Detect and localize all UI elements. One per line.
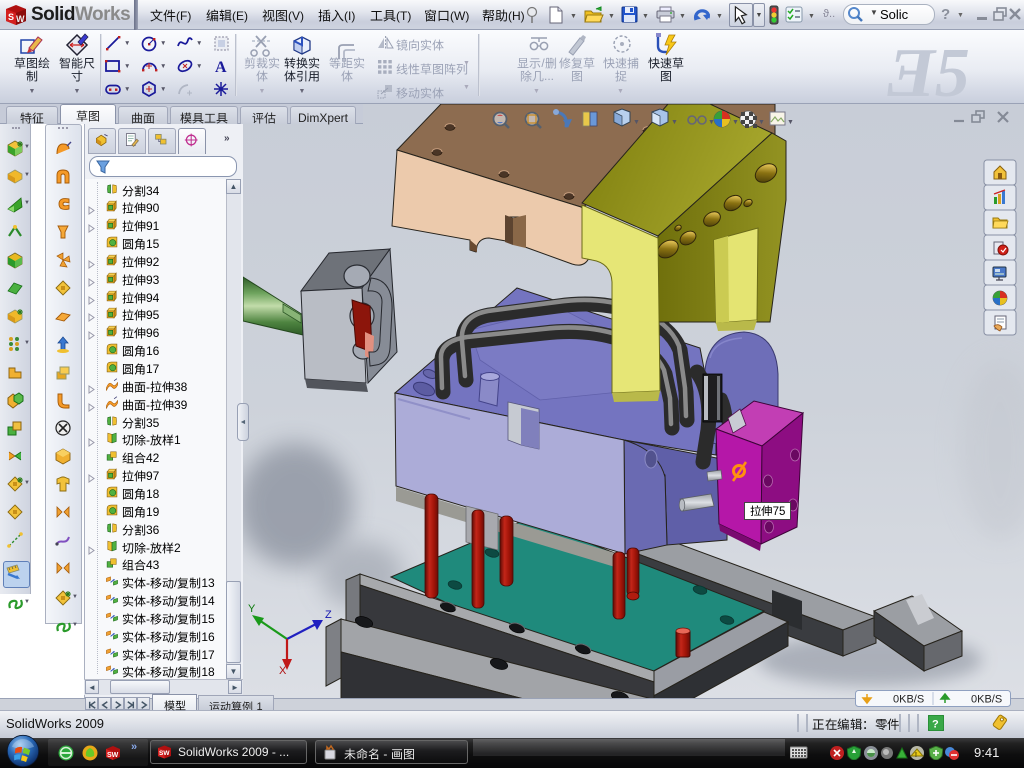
svg-text:▼: ▼ (732, 119, 739, 126)
svg-text:SW: SW (159, 750, 170, 757)
svg-text:?: ? (932, 719, 939, 731)
svg-text:▼: ▼ (758, 119, 765, 126)
svg-text:S: S (8, 12, 14, 22)
svg-text:0KB/S: 0KB/S (893, 694, 924, 706)
svg-text:▼: ▼ (671, 119, 678, 126)
svg-text:▼: ▼ (787, 119, 794, 126)
svg-text:▼: ▼ (633, 119, 640, 126)
svg-text:!: ! (915, 752, 917, 759)
svg-text:W: W (16, 14, 25, 24)
svg-text:X: X (279, 665, 287, 677)
svg-text:Ǝ5: Ǝ5 (887, 35, 970, 102)
svg-text:Y: Y (248, 603, 256, 615)
svg-text:SW: SW (107, 752, 119, 759)
svg-text:0KB/S: 0KB/S (971, 694, 1002, 706)
svg-text:Z: Z (325, 609, 332, 621)
